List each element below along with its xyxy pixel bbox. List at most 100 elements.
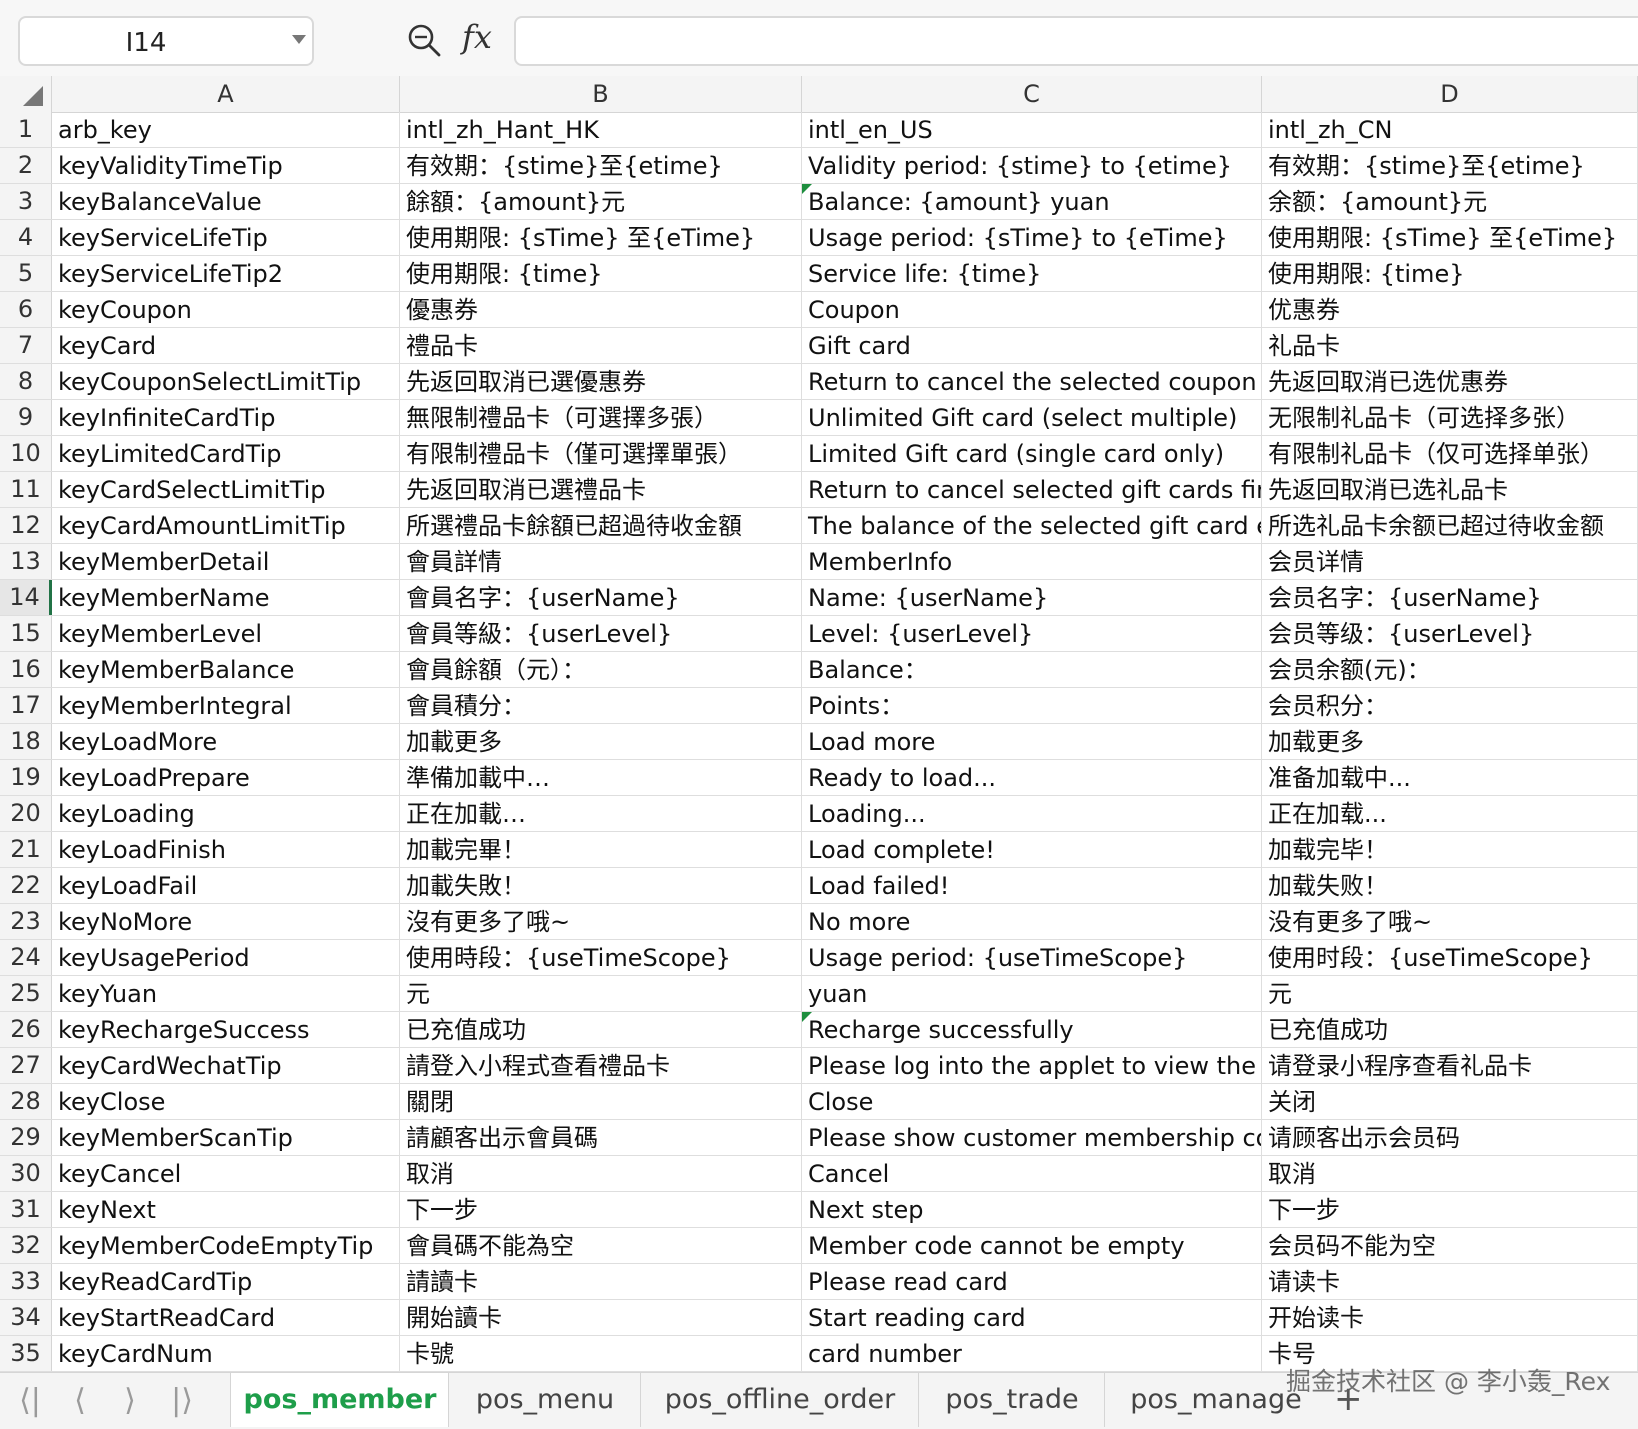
cell-zh-cn[interactable]: 会员名字：{userName} [1262,580,1638,615]
cell-en-us[interactable]: Return to cancel selected gift cards fir… [802,472,1262,507]
cell-key[interactable]: arb_key [52,112,400,147]
cell-zh-hant-hk[interactable]: 使用期限: {sTime} 至{eTime} [400,220,802,255]
row-header[interactable]: 17 [0,688,52,723]
row-header[interactable]: 4 [0,220,52,255]
name-box[interactable]: I14 [18,16,314,66]
cell-key[interactable]: keyMemberBalance [52,652,400,687]
cell-zh-hant-hk[interactable]: 無限制禮品卡（可選擇多張） [400,400,802,435]
cell-key[interactable]: keyMemberScanTip [52,1120,400,1155]
select-all-corner[interactable] [0,76,52,112]
cell-key[interactable]: keyUsagePeriod [52,940,400,975]
cell-en-us[interactable]: Ready to load... [802,760,1262,795]
row-header[interactable]: 28 [0,1084,52,1119]
cell-zh-cn[interactable]: intl_zh_CN [1262,112,1638,147]
row-header[interactable]: 21 [0,832,52,867]
cell-key[interactable]: keyMemberCodeEmptyTip [52,1228,400,1263]
cell-key[interactable]: keyCard [52,328,400,363]
cell-key[interactable]: keyMemberDetail [52,544,400,579]
cell-key[interactable]: keyBalanceValue [52,184,400,219]
cell-en-us[interactable]: yuan [802,976,1262,1011]
cell-en-us[interactable]: Unlimited Gift card (select multiple) [802,400,1262,435]
cell-zh-cn[interactable]: 会员积分： [1262,688,1638,723]
cell-zh-cn[interactable]: 所选礼品卡余额已超过待收金额 [1262,508,1638,543]
cell-en-us[interactable]: Member code cannot be empty [802,1228,1262,1263]
cell-key[interactable]: keyStartReadCard [52,1300,400,1335]
cell-zh-cn[interactable]: 使用期限: {time} [1262,256,1638,291]
cell-en-us[interactable]: Points： [802,688,1262,723]
cell-en-us[interactable]: Balance: {amount} yuan [802,184,1262,219]
cell-key[interactable]: keyCouponSelectLimitTip [52,364,400,399]
row-header[interactable]: 27 [0,1048,52,1083]
prev-sheet-button[interactable]: ⟨ [60,1383,100,1418]
cell-key[interactable]: keyServiceLifeTip2 [52,256,400,291]
cell-en-us[interactable]: Usage period: {useTimeScope} [802,940,1262,975]
cell-zh-hant-hk[interactable]: 有限制禮品卡（僅可選擇單張） [400,436,802,471]
cell-en-us[interactable]: Please log into the applet to view the G… [802,1048,1262,1083]
next-sheet-button[interactable]: ⟩ [110,1383,150,1418]
cell-zh-cn[interactable]: 开始读卡 [1262,1300,1638,1335]
row-header[interactable]: 3 [0,184,52,219]
cell-key[interactable]: keyMemberName [52,580,400,615]
row-header[interactable]: 15 [0,616,52,651]
row-header[interactable]: 16 [0,652,52,687]
cell-key[interactable]: keyCoupon [52,292,400,327]
cell-zh-cn[interactable]: 会员余额(元)： [1262,652,1638,687]
cell-key[interactable]: keyNext [52,1192,400,1227]
cell-zh-hant-hk[interactable]: 開始讀卡 [400,1300,802,1335]
cell-zh-hant-hk[interactable]: 請顧客出示會員碼 [400,1120,802,1155]
row-header[interactable]: 7 [0,328,52,363]
row-header[interactable]: 32 [0,1228,52,1263]
cell-en-us[interactable]: card number [802,1336,1262,1371]
cell-en-us[interactable]: The balance of the selected gift card ex… [802,508,1262,543]
cell-zh-hant-hk[interactable]: 加載失敗！ [400,868,802,903]
cell-zh-hant-hk[interactable]: 會員名字：{userName} [400,580,802,615]
zoom-search-icon[interactable] [406,22,442,58]
cell-zh-cn[interactable]: 会员码不能为空 [1262,1228,1638,1263]
cell-key[interactable]: keyCardWechatTip [52,1048,400,1083]
row-header[interactable]: 29 [0,1120,52,1155]
cell-en-us[interactable]: No more [802,904,1262,939]
row-header[interactable]: 30 [0,1156,52,1191]
cell-key[interactable]: keyRechargeSuccess [52,1012,400,1047]
column-header-b[interactable]: B [400,76,802,112]
cell-zh-hant-hk[interactable]: 取消 [400,1156,802,1191]
cell-key[interactable]: keyClose [52,1084,400,1119]
column-header-d[interactable]: D [1262,76,1638,112]
cell-zh-hant-hk[interactable]: 會員餘額（元）： [400,652,802,687]
cell-key[interactable]: keyLoading [52,796,400,831]
row-header[interactable]: 26 [0,1012,52,1047]
cell-key[interactable]: keyCardAmountLimitTip [52,508,400,543]
tab-pos-trade[interactable]: pos_trade [918,1373,1105,1427]
cell-zh-cn[interactable]: 下一步 [1262,1192,1638,1227]
cell-zh-cn[interactable]: 会员等级：{userLevel} [1262,616,1638,651]
cell-key[interactable]: keyLoadFail [52,868,400,903]
cell-zh-hant-hk[interactable]: 有效期：{stime}至{etime} [400,148,802,183]
cell-zh-hant-hk[interactable]: 加載更多 [400,724,802,759]
cell-zh-hant-hk[interactable]: 元 [400,976,802,1011]
cell-key[interactable]: keyValidityTimeTip [52,148,400,183]
cell-key[interactable]: keyCardNum [52,1336,400,1371]
tab-pos-menu[interactable]: pos_menu [448,1373,641,1427]
cell-en-us[interactable]: Recharge successfully [802,1012,1262,1047]
chevron-down-icon[interactable] [292,35,306,44]
row-header[interactable]: 9 [0,400,52,435]
row-header[interactable]: 13 [0,544,52,579]
row-header[interactable]: 6 [0,292,52,327]
cell-zh-cn[interactable]: 使用期限: {sTime} 至{eTime} [1262,220,1638,255]
cell-zh-cn[interactable]: 余额：{amount}元 [1262,184,1638,219]
cell-zh-cn[interactable]: 没有更多了哦~ [1262,904,1638,939]
cell-zh-cn[interactable]: 加载更多 [1262,724,1638,759]
cell-en-us[interactable]: Close [802,1084,1262,1119]
row-header[interactable]: 19 [0,760,52,795]
cell-en-us[interactable]: Gift card [802,328,1262,363]
cell-en-us[interactable]: Load complete! [802,832,1262,867]
cell-zh-hant-hk[interactable]: 餘額：{amount}元 [400,184,802,219]
cell-zh-cn[interactable]: 先返回取消已选礼品卡 [1262,472,1638,507]
row-header[interactable]: 8 [0,364,52,399]
cell-zh-cn[interactable]: 请读卡 [1262,1264,1638,1299]
formula-input[interactable] [514,16,1638,66]
cell-zh-hant-hk[interactable]: 使用時段：{useTimeScope} [400,940,802,975]
cell-en-us[interactable]: intl_en_US [802,112,1262,147]
cell-zh-hant-hk[interactable]: 禮品卡 [400,328,802,363]
row-header[interactable]: 14 [0,580,52,615]
